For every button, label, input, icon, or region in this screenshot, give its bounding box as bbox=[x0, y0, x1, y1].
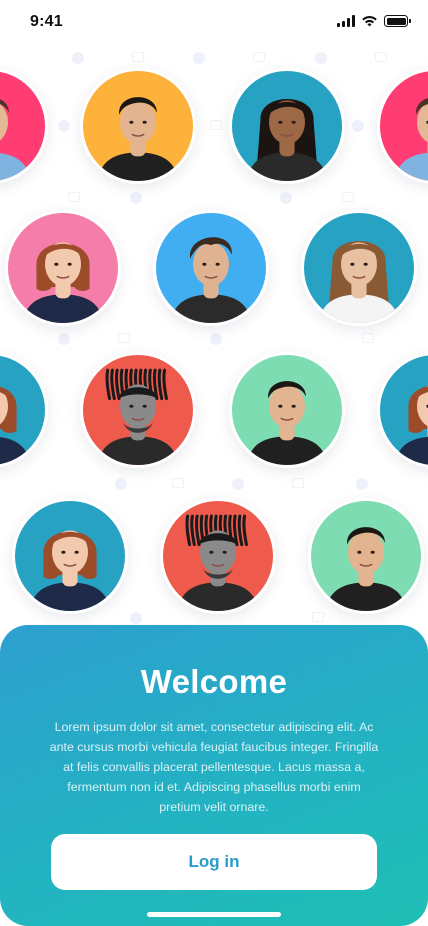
avatar-woman-auburn-bob bbox=[5, 210, 121, 326]
battery-icon bbox=[384, 15, 411, 27]
avatar-young-man-dark-hair bbox=[80, 68, 196, 184]
status-bar: 9:41 bbox=[0, 0, 428, 46]
avatar-man-blue-shirt bbox=[0, 68, 48, 184]
avatar-man-dreadlocks bbox=[80, 352, 196, 468]
avatar-woman-auburn-bob bbox=[377, 352, 428, 468]
avatar-man-blue-shirt bbox=[377, 68, 428, 184]
welcome-title: Welcome bbox=[140, 663, 288, 700]
wifi-icon bbox=[362, 16, 377, 27]
avatar-young-man-dark-hair bbox=[308, 498, 424, 614]
welcome-screen: 9:41 Welcome Lorem ipsum dolor sit amet,… bbox=[0, 0, 428, 926]
login-button[interactable]: Log in bbox=[51, 834, 377, 890]
cellular-signal-icon bbox=[337, 15, 355, 27]
avatar-woman-long-hair bbox=[301, 210, 417, 326]
status-time: 9:41 bbox=[30, 13, 63, 30]
avatar-woman-curly-hair bbox=[229, 68, 345, 184]
status-icons bbox=[337, 15, 411, 27]
home-indicator bbox=[147, 912, 281, 917]
welcome-description: Lorem ipsum dolor sit amet, consectetur … bbox=[49, 720, 379, 814]
avatar-woman-auburn-bob bbox=[0, 352, 48, 468]
avatar-woman-auburn-bob bbox=[12, 498, 128, 614]
avatar-young-man-tousled-hair bbox=[153, 210, 269, 326]
avatar-man-dreadlocks bbox=[160, 498, 276, 614]
avatar-young-man-dark-hair bbox=[229, 352, 345, 468]
